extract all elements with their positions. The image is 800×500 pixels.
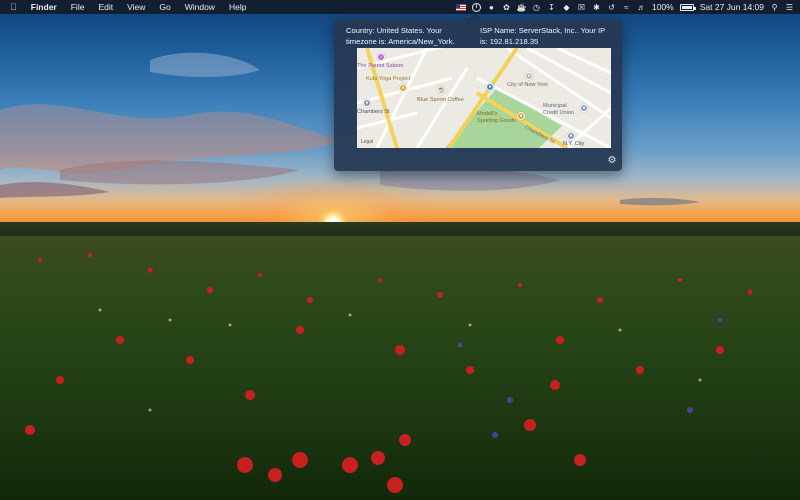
menu-view[interactable]: View	[120, 0, 152, 14]
menu-file[interactable]: File	[64, 0, 92, 14]
wifi-icon[interactable]: ≈	[622, 3, 631, 12]
close-box-icon[interactable]: ☒	[577, 3, 586, 12]
poppy-flowers	[25, 253, 753, 493]
menu-app-finder[interactable]: Finder	[24, 0, 64, 14]
map-poi-city-of-new-york[interactable]: ●	[525, 72, 533, 80]
dropbox-icon[interactable]: ◆	[562, 3, 571, 12]
clock-icon[interactable]: ◷	[532, 3, 541, 12]
map-label-kula-yoga: Kula Yoga Project	[366, 76, 411, 82]
fan-icon[interactable]: ✿	[502, 3, 511, 12]
menu-help[interactable]: Help	[222, 0, 253, 14]
map-poi-kula-yoga[interactable]: ●	[399, 84, 407, 92]
map-label-municipal-credit-union: Municipal Credit Union	[543, 103, 575, 116]
location-map[interactable]: ♪ The Patriot Saloon Kula Yoga Project ●…	[357, 48, 611, 148]
menu-go[interactable]: Go	[152, 0, 177, 14]
gear-icon[interactable]: ⚙	[607, 156, 617, 166]
menu-window[interactable]: Window	[178, 0, 222, 14]
map-legal-link[interactable]: Legal	[361, 139, 373, 145]
notification-center-icon[interactable]: ☰	[785, 3, 794, 12]
map-label-patriot-saloon: The Patriot Saloon	[357, 63, 404, 69]
map-poi-nyc[interactable]: ●	[567, 132, 575, 140]
map-label-blue-spoon: Blue Spoon Coffee	[417, 97, 464, 103]
date-time[interactable]: Sat 27 Jun 14:09	[700, 0, 764, 14]
download-icon[interactable]: ↧	[547, 3, 556, 12]
ip-info-popover: Country: United States. Your timezone is…	[334, 19, 622, 171]
battery-icon[interactable]	[679, 3, 696, 11]
bluetooth-icon[interactable]: ✱	[592, 3, 601, 12]
search-icon[interactable]: ⚲	[770, 3, 779, 12]
map-poi-municipal-credit-union[interactable]: ●	[580, 104, 588, 112]
ghost-icon[interactable]: ●	[487, 3, 496, 12]
info-icon[interactable]: i	[471, 2, 481, 12]
map-label-modells: Modell's Sporting Goods	[477, 111, 516, 124]
map-poi-twitter[interactable]: ●	[486, 83, 494, 91]
cup-icon[interactable]: ☕	[516, 3, 526, 12]
map-label-chambers-st-left: Chambers St	[357, 109, 390, 115]
isp-ip-text: ISP Name: ServerStack, Inc.. Your IP is:…	[480, 26, 606, 46]
map-poi-patriot-saloon[interactable]: ♪	[377, 53, 385, 61]
country-timezone-text: Country: United States. Your timezone is…	[346, 26, 455, 46]
map-poi-modells[interactable]: ●	[517, 112, 525, 120]
menu-edit[interactable]: Edit	[91, 0, 120, 14]
map-label-city-of-new-york: City of New York	[507, 82, 549, 88]
map-poi-chambers-st-left[interactable]: ●	[363, 99, 371, 107]
apple-icon[interactable]: 	[0, 0, 24, 14]
menu-bar:  Finder File Edit View Go Window Help i…	[0, 0, 800, 14]
battery-percent[interactable]: 100%	[652, 0, 674, 14]
flag-icon[interactable]	[455, 3, 466, 11]
map-label-nyc: N.Y. City	[563, 141, 585, 147]
time-machine-icon[interactable]: ↺	[607, 3, 616, 12]
map-poi-blue-spoon[interactable]: ☕	[437, 86, 445, 94]
volume-icon[interactable]: ♬	[637, 3, 646, 12]
